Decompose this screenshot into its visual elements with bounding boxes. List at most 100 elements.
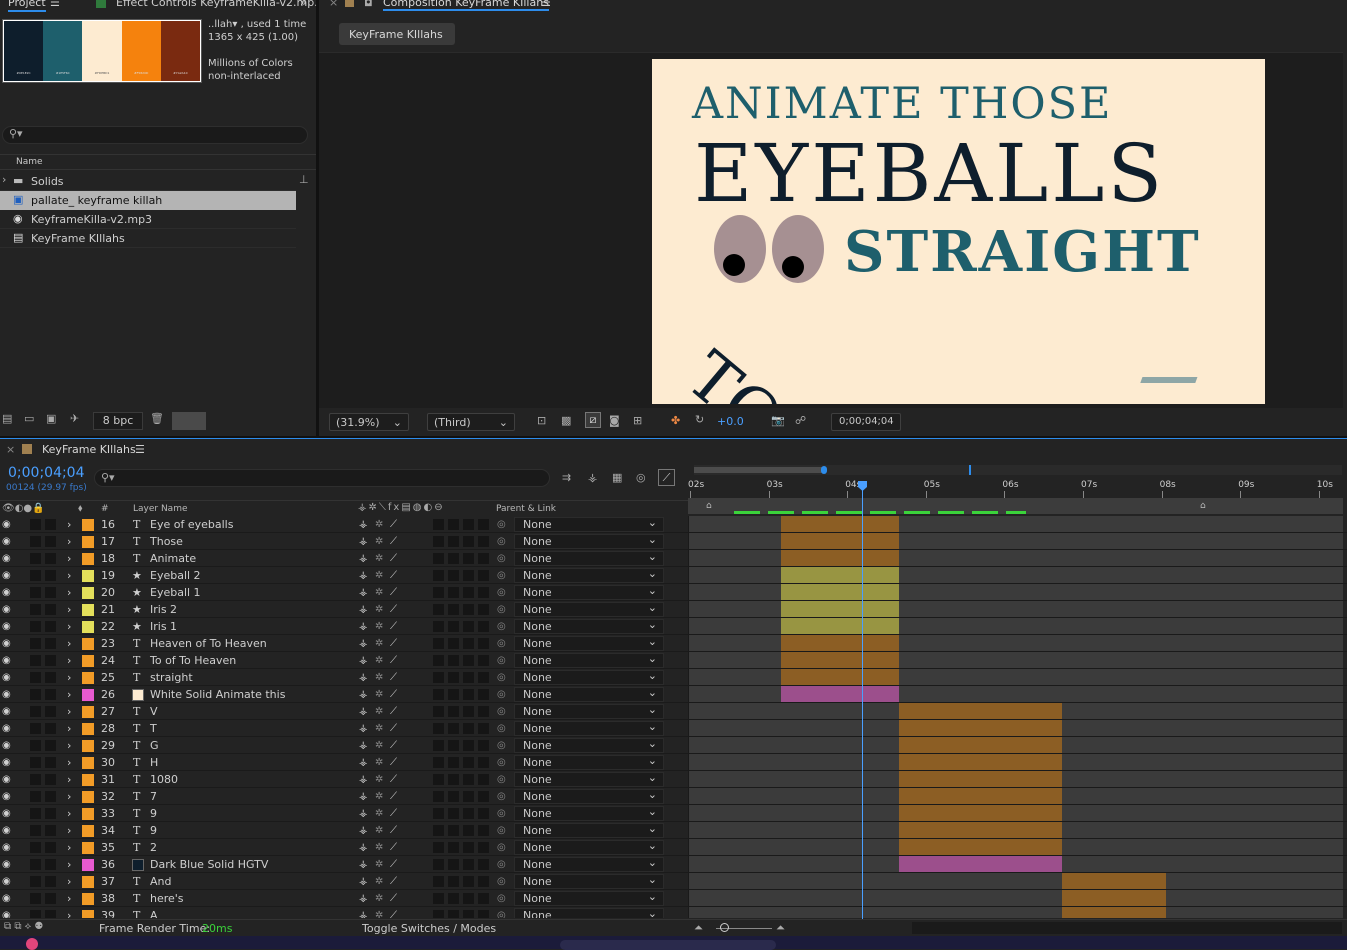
shy-switch-icon[interactable]: ⚶ [359,551,368,566]
parent-dropdown[interactable]: None ⌄ [514,856,664,872]
mb-switch[interactable] [463,910,474,918]
layer-track[interactable] [688,652,1343,668]
eye-icon[interactable]: ◉ [2,891,11,906]
shy-layers-icon[interactable]: ⚶ [588,471,597,484]
parent-dropdown[interactable]: None ⌄ [514,788,664,804]
adj-switch[interactable] [478,740,489,751]
quality-switch-icon[interactable]: ⟋ [390,585,397,600]
pick-whip-icon[interactable]: ◎ [497,874,506,889]
parent-dropdown[interactable]: None ⌄ [514,771,664,787]
mb-switch[interactable] [463,876,474,887]
audio-switch[interactable] [30,604,41,615]
comp-flowchart-icon[interactable]: ⇉ [562,471,571,484]
layer-track[interactable] [688,754,1343,770]
layer-track[interactable] [688,873,1343,889]
layer-name[interactable]: 7 [150,789,157,804]
expand-arrow-icon[interactable]: › [67,874,71,889]
fb-switch[interactable] [448,893,459,904]
layer-label-color[interactable] [82,689,94,701]
collapse-switch-icon[interactable]: ✲ [375,551,383,566]
shy-switch-icon[interactable]: ⚶ [359,840,368,855]
collapse-switch-icon[interactable]: ✲ [375,602,383,617]
layer-label-color[interactable] [82,519,94,531]
shy-switch-icon[interactable]: ⚶ [359,653,368,668]
fb-switch[interactable] [448,621,459,632]
fb-switch[interactable] [448,536,459,547]
collapse-switch-icon[interactable]: ✲ [375,517,383,532]
fx-switch[interactable] [433,570,444,581]
shy-switch-icon[interactable]: ⚶ [359,772,368,787]
layer-name[interactable]: White Solid Animate this [150,687,285,702]
solo-switch[interactable] [45,740,56,751]
mb-switch[interactable] [463,842,474,853]
audio-switch[interactable] [30,893,41,904]
current-time-indicator[interactable] [862,481,863,919]
layer-row[interactable]: ◉ › 22 ★ Iris 1 ⚶ ✲ ⟋ ◎ None ⌄ [0,618,1347,635]
shy-switch-icon[interactable]: ⚶ [359,568,368,583]
quality-switch-icon[interactable]: ⟋ [390,908,397,918]
collapse-switch-icon[interactable]: ✲ [375,806,383,821]
fx-switch[interactable] [433,808,444,819]
layer-row[interactable]: ◉ › 25 Tstraight ⚶ ✲ ⟋ ◎ None ⌄ [0,669,1347,686]
layer-row[interactable]: ◉ › 20 ★ Eyeball 1 ⚶ ✲ ⟋ ◎ None ⌄ [0,584,1347,601]
fx-switch[interactable] [433,655,444,666]
collapse-switch-icon[interactable]: ✲ [375,891,383,906]
layer-track[interactable] [688,788,1343,804]
fb-switch[interactable] [448,655,459,666]
layer-track[interactable] [688,669,1343,685]
mb-switch[interactable] [463,553,474,564]
timeline-menu-icon[interactable]: ☰ [135,443,145,456]
parent-dropdown[interactable]: None ⌄ [514,669,664,685]
audio-switch[interactable] [30,910,41,918]
audio-switch[interactable] [30,570,41,581]
layer-duration-bar[interactable] [781,516,899,532]
mb-switch[interactable] [463,672,474,683]
quality-switch-icon[interactable]: ⟋ [390,772,397,787]
solo-switch[interactable] [45,825,56,836]
expand-arrow-icon[interactable]: › [67,755,71,770]
project-item[interactable]: ◉ KeyframeKilla-v2.mp3 [0,210,296,229]
eye-icon[interactable]: ◉ [2,534,11,549]
fx-switch[interactable] [433,859,444,870]
layer-label-color[interactable] [82,740,94,752]
quality-switch-icon[interactable]: ⟋ [390,840,397,855]
layer-track[interactable] [688,805,1343,821]
fb-switch[interactable] [448,859,459,870]
layer-duration-bar[interactable] [899,703,1062,719]
solo-switch[interactable] [45,859,56,870]
pick-whip-icon[interactable]: ◎ [497,517,506,532]
layer-name[interactable]: here's [150,891,184,906]
adj-switch[interactable] [478,536,489,547]
expand-arrow-icon[interactable]: › [67,517,71,532]
adj-switch[interactable] [478,519,489,530]
layer-row[interactable]: ◉ › 23 T Heaven of To Heaven ⚶ ✲ ⟋ ◎ None ⌄ [0,635,1347,652]
layer-track[interactable] [688,686,1343,702]
layer-duration-bar[interactable] [781,533,899,549]
layer-track[interactable] [688,856,1343,872]
mb-switch[interactable] [463,893,474,904]
quality-switch-icon[interactable]: ⟋ [390,517,397,532]
layer-name[interactable]: V [150,704,158,719]
eye-icon[interactable]: ◉ [2,789,11,804]
mb-switch[interactable] [463,604,474,615]
quality-switch-icon[interactable]: ⟋ [390,857,397,872]
layer-duration-bar[interactable] [1062,907,1166,918]
eye-icon[interactable]: ◉ [2,874,11,889]
fx-switch[interactable] [433,621,444,632]
layer-duration-bar[interactable] [899,771,1062,787]
zoom-in-icon[interactable]: ⏶ [776,921,785,935]
layer-row[interactable]: ◉ › 39 T A ⚶ ✲ ⟋ ◎ None ⌄ [0,907,1347,918]
layer-label-color[interactable] [82,859,94,871]
collapse-switch-icon[interactable]: ✲ [375,772,383,787]
adj-switch[interactable] [478,842,489,853]
motion-blur-icon[interactable]: ◎ [636,471,646,484]
layer-label-color[interactable] [82,587,94,599]
collapse-switch-icon[interactable]: ✲ [375,534,383,549]
shy-switch-icon[interactable]: ⚶ [359,806,368,821]
mb-switch[interactable] [463,774,474,785]
quality-switch-icon[interactable]: ⟋ [390,789,397,804]
fb-switch[interactable] [448,723,459,734]
layer-duration-bar[interactable] [899,737,1062,753]
thumbnail-size-slider[interactable] [172,412,206,430]
layer-duration-bar[interactable] [899,720,1062,736]
